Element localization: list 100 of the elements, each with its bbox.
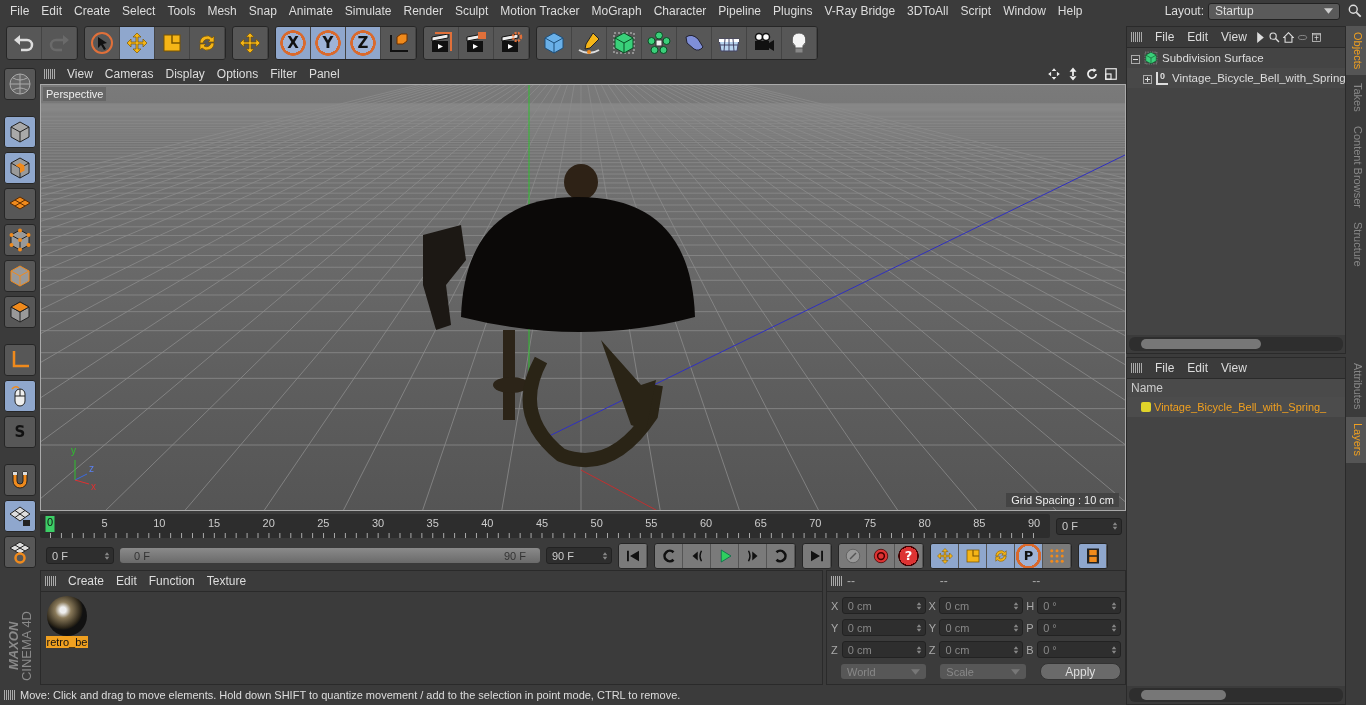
menu-item[interactable]: Texture [201, 574, 252, 588]
menu-item[interactable]: Display [160, 67, 210, 81]
menu-item[interactable]: Plugins [767, 4, 819, 18]
orbit-icon[interactable] [1085, 67, 1099, 81]
menu-item[interactable]: Create [68, 4, 117, 18]
coordinate-field[interactable]: 0 cm [939, 619, 1024, 636]
menu-item[interactable]: Help [1051, 4, 1089, 18]
menu-item[interactable]: Edit [1182, 361, 1214, 375]
menu-item[interactable]: File [1150, 30, 1180, 44]
object-name[interactable]: Subdivision Surface [1162, 52, 1264, 64]
cube-edges-button[interactable] [4, 260, 36, 292]
layer-color-swatch[interactable] [1141, 402, 1151, 412]
menu-item[interactable]: File [4, 4, 36, 18]
menu-item[interactable]: Character [647, 4, 713, 18]
menu-item[interactable]: Mesh [201, 4, 243, 18]
grip-icon [4, 690, 16, 700]
coordinate-field[interactable]: 0 ° [1037, 619, 1121, 636]
checker-cube-button[interactable] [4, 152, 36, 184]
pan-arrows-icon[interactable] [1047, 67, 1061, 81]
spinner-icon [1110, 600, 1117, 611]
scale-button[interactable] [959, 543, 987, 568]
material-preview[interactable] [47, 596, 87, 636]
menu-item[interactable]: Window [997, 4, 1052, 18]
coordinate-field[interactable]: 0 ° [1037, 597, 1121, 614]
film-strip-button[interactable] [1079, 543, 1107, 568]
viewport-canvas[interactable]: Perspective Grid Spacing : 10 cm y z x [40, 84, 1126, 511]
menu-item[interactable]: V-Ray Bridge [818, 4, 902, 18]
grid-plane-button[interactable] [4, 188, 36, 220]
menu-item[interactable]: Edit [1182, 30, 1214, 44]
end-frame-field[interactable]: 90 F [546, 547, 612, 564]
menu-item[interactable]: 3DToAll [901, 4, 955, 18]
axis-letter-button[interactable]: Y [311, 27, 346, 59]
move-button[interactable] [931, 543, 959, 568]
timeline-ruler[interactable]: 0 5 10 15 20 25 30 35 40 45 50 55 60 65 70 75 80 85 90 [40, 514, 1050, 538]
cube-outline-button[interactable] [4, 116, 36, 148]
menu-item[interactable]: Animate [282, 4, 339, 18]
new-panel-icon[interactable] [1310, 31, 1322, 43]
rotate-button[interactable] [987, 543, 1015, 568]
menu-item[interactable]: View [62, 67, 98, 81]
menu-item[interactable]: Options [211, 67, 264, 81]
coordinate-field[interactable]: 0 cm [841, 619, 926, 636]
horizontal-scrollbar[interactable] [1129, 688, 1343, 702]
menu-item[interactable]: Render [397, 4, 449, 18]
coordinate-field[interactable]: 0 cm [939, 641, 1024, 658]
menu-item[interactable]: Edit [35, 4, 69, 18]
menu-item[interactable]: Select [116, 4, 162, 18]
horizontal-scrollbar[interactable] [1129, 337, 1343, 351]
coordinate-field[interactable]: 0 ° [1037, 641, 1121, 658]
menu-item[interactable]: File [1150, 361, 1180, 375]
cube-points-button[interactable] [4, 224, 36, 256]
search-icon[interactable] [1268, 31, 1280, 43]
globe-button[interactable] [4, 68, 36, 100]
mouse-button[interactable] [4, 380, 36, 412]
menu-item[interactable]: Script [954, 4, 998, 18]
home-icon[interactable] [1282, 31, 1294, 43]
menu-item[interactable]: Panel [303, 67, 345, 81]
coordinate-field[interactable]: 0 cm [841, 597, 926, 614]
menu-item[interactable]: Simulate [338, 4, 398, 18]
playhead[interactable]: 0 [45, 516, 55, 532]
menu-item[interactable]: Snap [242, 4, 283, 18]
subdivision-cube-icon [612, 31, 636, 55]
axis-letter-button[interactable]: Z [346, 27, 381, 59]
material-name[interactable]: retro_be [45, 636, 89, 648]
move-button[interactable] [120, 27, 155, 59]
menu-item[interactable]: Function [143, 574, 200, 588]
layout-dropdown[interactable]: Startup [1208, 2, 1340, 20]
cube-polygons-button[interactable] [4, 296, 36, 328]
coordinate-field[interactable]: 0 cm [841, 641, 926, 658]
axis-letter-button[interactable]: X [276, 27, 311, 59]
maximize-icon[interactable] [1104, 67, 1118, 81]
start-frame-field[interactable]: 0 F [46, 547, 114, 564]
menu-item[interactable]: MoGraph [585, 4, 648, 18]
menu-item[interactable]: View [1216, 30, 1252, 44]
expand-toggle[interactable] [1143, 73, 1152, 83]
help-letter-button[interactable]: ? [895, 543, 923, 568]
menu-item[interactable]: Tools [161, 4, 202, 18]
collapse-toggle[interactable] [1131, 53, 1140, 63]
menu-item[interactable]: Filter [265, 67, 302, 81]
menu-item[interactable]: Pipeline [712, 4, 768, 18]
menu-item[interactable]: Cameras [99, 67, 159, 81]
panel-tab[interactable]: Layers [1346, 417, 1366, 463]
frame-number: 40 [481, 517, 494, 529]
menu-item[interactable]: Edit [111, 574, 142, 588]
grid-snap-button[interactable] [4, 536, 36, 568]
param-letter-button[interactable]: P [1015, 543, 1043, 568]
menu-item[interactable]: Motion Tracker [494, 4, 586, 18]
coordinate-field[interactable]: 0 cm [939, 597, 1024, 614]
magnet-button[interactable] [4, 464, 36, 496]
axis-corner-button[interactable] [4, 344, 36, 376]
panel-tab[interactable]: Objects [1346, 26, 1366, 76]
menu-item[interactable]: Sculpt [448, 4, 495, 18]
play-arrow-icon[interactable] [1254, 31, 1266, 43]
search-icon[interactable] [1348, 4, 1362, 18]
current-frame-field[interactable]: 0 F [1056, 517, 1122, 535]
object-name[interactable]: Vintage_Bicycle_Bell_with_Spring [1172, 72, 1345, 84]
grid-lock-button[interactable] [4, 500, 36, 532]
menu-item[interactable]: Create [63, 574, 110, 588]
apply-button[interactable]: Apply [1039, 663, 1121, 680]
axis-label: y [71, 446, 76, 456]
menu-item[interactable]: View [1216, 361, 1252, 375]
